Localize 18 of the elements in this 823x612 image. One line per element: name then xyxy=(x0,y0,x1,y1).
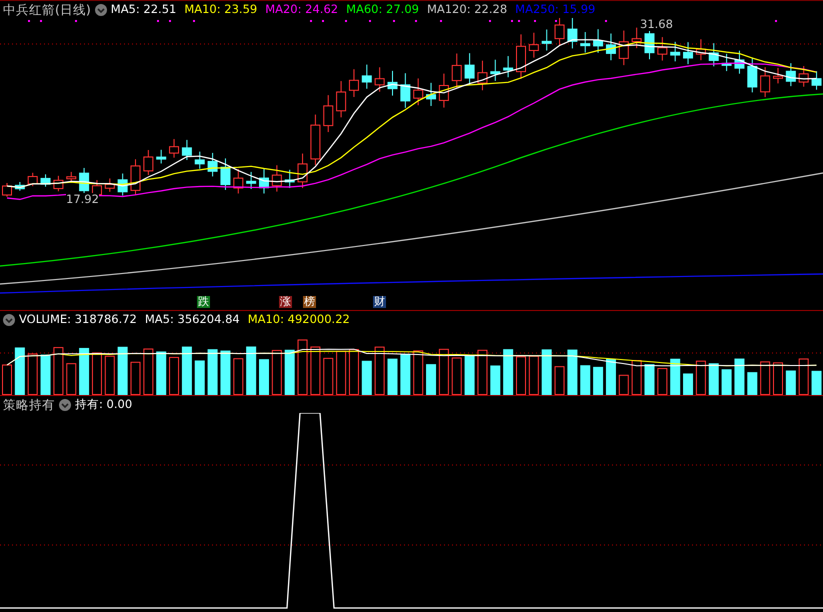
indicator-value: MA20: 24.62 xyxy=(265,1,338,18)
indicator-value: VOLUME: 318786.72 xyxy=(19,311,137,328)
indicator-value: MA60: 27.09 xyxy=(346,1,419,18)
indicator-value: MA5: 22.51 xyxy=(110,1,176,18)
high-price-label: 31.68 xyxy=(640,18,673,31)
low-price-label: 17.92 xyxy=(66,193,99,206)
indicator-value: MA5: 356204.84 xyxy=(144,311,240,328)
indicator-value: MA10: 23.59 xyxy=(184,1,258,18)
indicator-value: MA10: 492000.22 xyxy=(248,311,350,328)
indicator-value: MA120: 22.28 xyxy=(426,1,508,18)
indicator-value: 持有: 0.00 xyxy=(75,396,132,413)
chart-title: 策略持有 xyxy=(3,396,55,413)
chart-title: 中兵红箭(日线) xyxy=(3,1,91,18)
event-marker[interactable]: 涨 xyxy=(279,296,292,308)
event-marker[interactable]: 跌 xyxy=(197,296,210,308)
event-marker[interactable]: 财 xyxy=(373,296,386,308)
event-marker[interactable]: 榜 xyxy=(303,296,316,308)
indicator-value: MA250: 15.99 xyxy=(515,1,596,18)
